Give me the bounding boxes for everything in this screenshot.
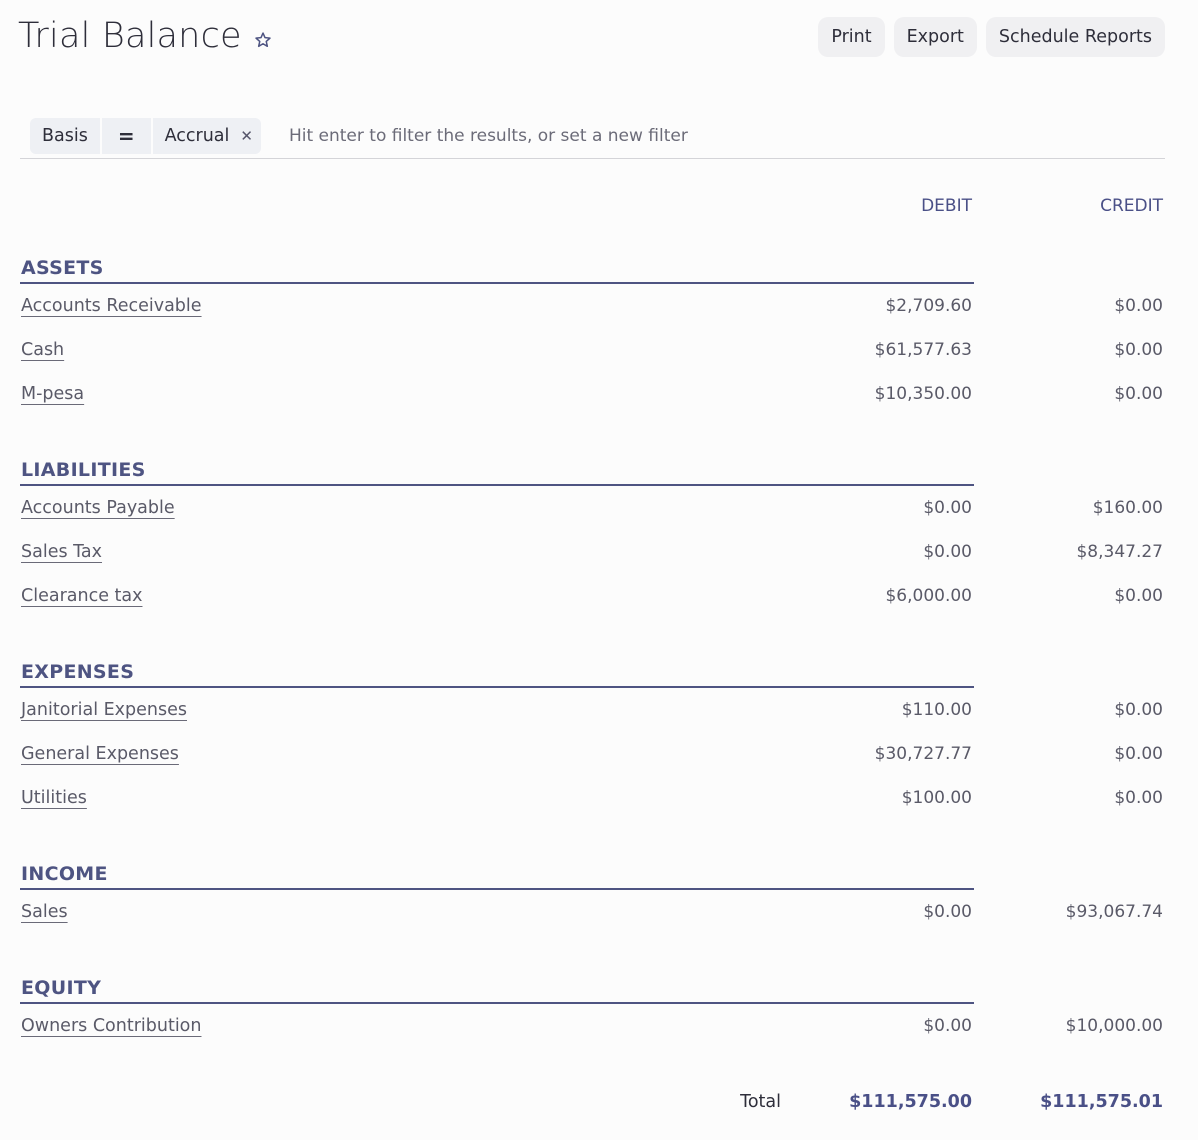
schedule-reports-button[interactable]: Schedule Reports (985, 17, 1165, 57)
credit-amount: $0.00 (1114, 744, 1163, 764)
account-link[interactable]: Sales Tax (21, 542, 102, 562)
table-row: M-pesa $10,350.00 $0.00 (20, 372, 1164, 416)
table-row: Cash $61,577.63 $0.00 (20, 328, 1164, 372)
credit-amount: $0.00 (1114, 296, 1163, 316)
header-actions: Print Export Schedule Reports (818, 17, 1165, 57)
table-row: Sales $0.00 $93,067.74 (20, 890, 1164, 934)
page-title-text: Trial Balance (18, 16, 242, 56)
debit-amount: $0.00 (923, 902, 972, 922)
table-row: Accounts Receivable $2,709.60 $0.00 (20, 284, 1164, 328)
debit-amount: $6,000.00 (885, 586, 972, 606)
account-link[interactable]: Clearance tax (21, 586, 142, 606)
table-row: General Expenses $30,727.77 $0.00 (20, 732, 1164, 776)
account-link[interactable]: M-pesa (21, 384, 84, 404)
total-label: Total (740, 1092, 781, 1112)
section-title: EQUITY (20, 977, 974, 1004)
debit-amount: $61,577.63 (874, 340, 972, 360)
totals-row: Total $111,575.00 $111,575.01 (0, 1092, 1198, 1122)
account-link[interactable]: Owners Contribution (21, 1016, 201, 1036)
table-row: Sales Tax $0.00 $8,347.27 (20, 530, 1164, 574)
credit-amount: $0.00 (1114, 788, 1163, 808)
section-title: LIABILITIES (20, 459, 974, 486)
credit-amount: $93,067.74 (1065, 902, 1163, 922)
debit-amount: $0.00 (923, 542, 972, 562)
table-row: Clearance tax $6,000.00 $0.00 (20, 574, 1164, 618)
table-row: Utilities $100.00 $0.00 (20, 776, 1164, 820)
credit-amount: $0.00 (1114, 700, 1163, 720)
section-liabilities: LIABILITIES Accounts Payable $0.00 $160.… (20, 459, 1164, 618)
table-row: Janitorial Expenses $110.00 $0.00 (20, 688, 1164, 732)
trial-balance-page: Trial Balance Print Export Schedule Repo… (0, 0, 1198, 1140)
table-row: Accounts Payable $0.00 $160.00 (20, 486, 1164, 530)
credit-amount: $160.00 (1092, 498, 1163, 518)
filter-bar: Basis = Accrual ✕ (20, 118, 1165, 159)
total-debit: $111,575.00 (849, 1092, 972, 1112)
debit-amount: $0.00 (923, 1016, 972, 1036)
credit-amount: $0.00 (1114, 340, 1163, 360)
account-link[interactable]: Janitorial Expenses (21, 700, 187, 720)
credit-amount: $0.00 (1114, 586, 1163, 606)
section-title: INCOME (20, 863, 974, 890)
table-row: Owners Contribution $0.00 $10,000.00 (20, 1004, 1164, 1048)
credit-amount: $8,347.27 (1076, 542, 1163, 562)
account-link[interactable]: Accounts Receivable (21, 296, 202, 316)
credit-column-header: CREDIT (1100, 196, 1163, 216)
section-title: ASSETS (20, 257, 974, 284)
debit-amount: $10,350.00 (874, 384, 972, 404)
account-link[interactable]: Sales (21, 902, 68, 922)
section-assets: ASSETS Accounts Receivable $2,709.60 $0.… (20, 257, 1164, 416)
star-icon[interactable] (254, 31, 272, 49)
filter-operator[interactable]: = (101, 118, 151, 154)
filter-value-chip[interactable]: Accrual ✕ (152, 118, 261, 154)
debit-amount: $2,709.60 (885, 296, 972, 316)
account-link[interactable]: Accounts Payable (21, 498, 175, 518)
filter-chip: Basis = Accrual ✕ (30, 118, 261, 154)
page-title: Trial Balance (18, 16, 272, 56)
debit-amount: $100.00 (901, 788, 972, 808)
section-equity: EQUITY Owners Contribution $0.00 $10,000… (20, 977, 1164, 1048)
section-expenses: EXPENSES Janitorial Expenses $110.00 $0.… (20, 661, 1164, 820)
debit-amount: $0.00 (923, 498, 972, 518)
credit-amount: $0.00 (1114, 384, 1163, 404)
account-link[interactable]: Utilities (21, 788, 87, 808)
debit-amount: $30,727.77 (874, 744, 972, 764)
account-link[interactable]: Cash (21, 340, 64, 360)
export-button[interactable]: Export (893, 17, 977, 57)
section-title: EXPENSES (20, 661, 974, 688)
section-income: INCOME Sales $0.00 $93,067.74 (20, 863, 1164, 934)
account-link[interactable]: General Expenses (21, 744, 179, 764)
total-credit: $111,575.01 (1040, 1092, 1163, 1112)
debit-column-header: DEBIT (921, 196, 972, 216)
credit-amount: $10,000.00 (1065, 1016, 1163, 1036)
filter-value: Accrual (164, 126, 230, 146)
filter-field[interactable]: Basis (30, 118, 100, 154)
print-button[interactable]: Print (818, 17, 885, 57)
debit-amount: $110.00 (901, 700, 972, 720)
close-icon[interactable]: ✕ (240, 127, 253, 145)
filter-input[interactable] (288, 118, 889, 154)
